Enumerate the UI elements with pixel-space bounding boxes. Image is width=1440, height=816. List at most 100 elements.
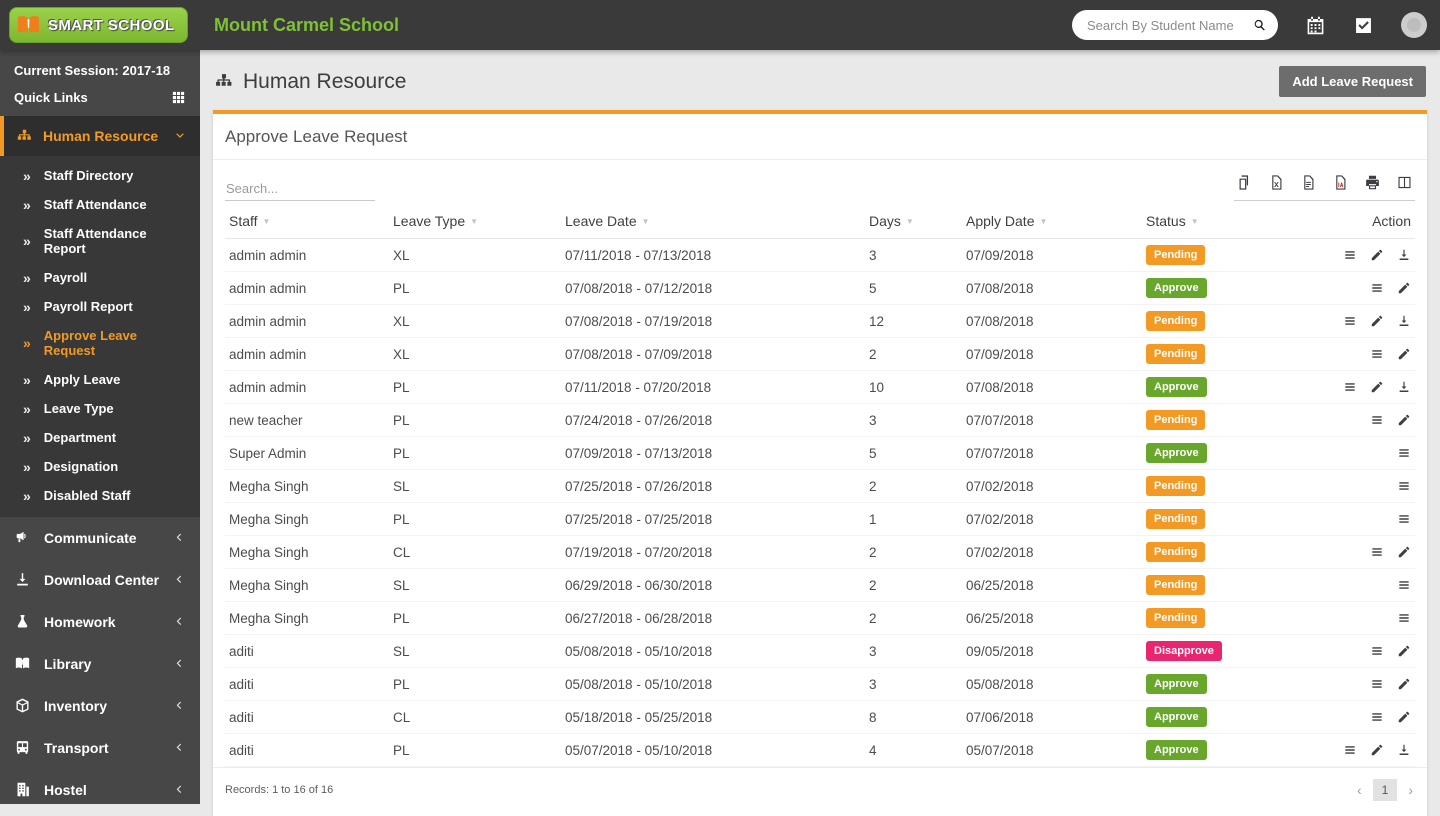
menu-icon[interactable]	[1343, 743, 1357, 757]
column-header[interactable]: Status▼	[1142, 203, 1342, 239]
column-header[interactable]: Days▼	[865, 203, 962, 239]
cell-leave-date: 05/08/2018 - 05/10/2018	[561, 635, 865, 668]
edit-icon[interactable]	[1370, 314, 1384, 328]
table-row: aditi PL 05/08/2018 - 05/10/2018 3 05/08…	[225, 668, 1415, 701]
cell-action	[1342, 404, 1415, 437]
column-header[interactable]: Staff▼	[225, 203, 389, 239]
table-row: Megha Singh SL 06/29/2018 - 06/30/2018 2…	[225, 569, 1415, 602]
sidebar-subitem[interactable]: » Payroll	[0, 263, 200, 292]
menu-icon[interactable]	[1370, 281, 1384, 295]
edit-icon[interactable]	[1397, 347, 1411, 361]
next-page-button[interactable]: ›	[1406, 782, 1415, 798]
sidebar-section[interactable]: Homework	[0, 601, 200, 643]
cell-days: 2	[865, 569, 962, 602]
edit-icon[interactable]	[1397, 413, 1411, 427]
cell-leave-date: 06/27/2018 - 06/28/2018	[561, 602, 865, 635]
pdf-icon[interactable]	[1332, 174, 1349, 191]
sidebar-subitem[interactable]: » Disabled Staff	[0, 481, 200, 510]
excel-icon[interactable]	[1268, 174, 1285, 191]
sidebar-subitem[interactable]: » Staff Attendance Report	[0, 219, 200, 263]
menu-icon[interactable]	[1397, 578, 1411, 592]
prev-page-button[interactable]: ‹	[1355, 782, 1364, 798]
grid-icon[interactable]	[171, 90, 186, 105]
download-icon[interactable]	[1397, 380, 1411, 394]
student-search-input[interactable]	[1087, 18, 1252, 33]
cell-status: Approve	[1142, 371, 1342, 404]
menu-icon[interactable]	[1343, 380, 1357, 394]
sidebar-section-human-resource[interactable]: Human Resource	[0, 116, 200, 156]
menu-icon[interactable]	[1343, 314, 1357, 328]
menu-icon[interactable]	[1370, 710, 1384, 724]
pagination: ‹ 1 ›	[1355, 779, 1415, 801]
quick-links[interactable]: Quick Links	[0, 81, 200, 116]
cell-apply-date: 07/08/2018	[962, 371, 1142, 404]
download-icon[interactable]	[1397, 314, 1411, 328]
edit-icon[interactable]	[1370, 743, 1384, 757]
cell-status: Pending	[1142, 470, 1342, 503]
row-actions	[1346, 314, 1411, 328]
csv-icon[interactable]	[1300, 174, 1317, 191]
sidebar-submenu: » Staff Directory » Staff Attendance » S…	[0, 156, 200, 517]
sidebar-subitem[interactable]: » Leave Type	[0, 394, 200, 423]
sidebar-subitem[interactable]: » Apply Leave	[0, 365, 200, 394]
menu-icon[interactable]	[1370, 644, 1384, 658]
edit-icon[interactable]	[1397, 545, 1411, 559]
app-logo[interactable]: SMART SCHOOL	[0, 0, 200, 50]
sidebar-section[interactable]: Hostel	[0, 769, 200, 804]
sidebar-section-label: Library	[44, 656, 91, 672]
menu-icon[interactable]	[1343, 248, 1357, 262]
sidebar-subitem[interactable]: » Staff Directory	[0, 161, 200, 190]
sidebar-subitem[interactable]: » Approve Leave Request	[0, 321, 200, 365]
download-icon[interactable]	[1397, 743, 1411, 757]
edit-icon[interactable]	[1370, 248, 1384, 262]
menu-icon[interactable]	[1370, 545, 1384, 559]
copy-icon[interactable]	[1236, 174, 1253, 191]
sidebar-subitem[interactable]: » Designation	[0, 452, 200, 481]
sidebar-subitem[interactable]: » Staff Attendance	[0, 190, 200, 219]
column-header[interactable]: Apply Date▼	[962, 203, 1142, 239]
cell-apply-date: 05/08/2018	[962, 668, 1142, 701]
edit-icon[interactable]	[1397, 281, 1411, 295]
cell-status: Pending	[1142, 569, 1342, 602]
columns-icon[interactable]	[1396, 174, 1413, 191]
menu-icon[interactable]	[1370, 413, 1384, 427]
tasks-icon[interactable]	[1353, 15, 1374, 36]
edit-icon[interactable]	[1370, 380, 1384, 394]
cell-leave-date: 07/09/2018 - 07/13/2018	[561, 437, 865, 470]
column-header[interactable]: Action▼	[1342, 203, 1415, 239]
menu-icon[interactable]	[1370, 677, 1384, 691]
avatar[interactable]	[1401, 12, 1427, 38]
sidebar-subitem[interactable]: » Payroll Report	[0, 292, 200, 321]
sidebar-section[interactable]: Communicate	[0, 517, 200, 559]
sidebar-section-label: Communicate	[44, 530, 137, 546]
menu-icon[interactable]	[1397, 479, 1411, 493]
student-search[interactable]	[1072, 10, 1278, 40]
menu-icon[interactable]	[1397, 446, 1411, 460]
print-icon[interactable]	[1364, 174, 1381, 191]
edit-icon[interactable]	[1397, 710, 1411, 724]
add-leave-request-button[interactable]: Add Leave Request	[1279, 66, 1426, 97]
sidebar-section[interactable]: Inventory	[0, 685, 200, 727]
sidebar-section[interactable]: Transport	[0, 727, 200, 769]
download-icon[interactable]	[1397, 248, 1411, 262]
calendar-icon[interactable]	[1305, 15, 1326, 36]
search-icon[interactable]	[1252, 18, 1267, 33]
column-header[interactable]: Leave Date▼	[561, 203, 865, 239]
edit-icon[interactable]	[1397, 644, 1411, 658]
cell-days: 2	[865, 602, 962, 635]
sidebar-section[interactable]: Download Center	[0, 559, 200, 601]
sidebar-subitem-label: Staff Directory	[44, 168, 134, 183]
sidebar-subitem[interactable]: » Department	[0, 423, 200, 452]
edit-icon[interactable]	[1397, 677, 1411, 691]
cell-status: Approve	[1142, 668, 1342, 701]
cell-staff: Megha Singh	[225, 503, 389, 536]
menu-icon[interactable]	[1397, 611, 1411, 625]
sitemap-icon	[16, 128, 33, 145]
table-search-input[interactable]	[225, 177, 375, 201]
column-header[interactable]: Leave Type▼	[389, 203, 561, 239]
menu-icon[interactable]	[1397, 512, 1411, 526]
table-header-row: Staff▼ Leave Type▼ Leave Date▼	[225, 203, 1415, 239]
menu-icon[interactable]	[1370, 347, 1384, 361]
sidebar-section[interactable]: Library	[0, 643, 200, 685]
cell-status: Pending	[1142, 602, 1342, 635]
